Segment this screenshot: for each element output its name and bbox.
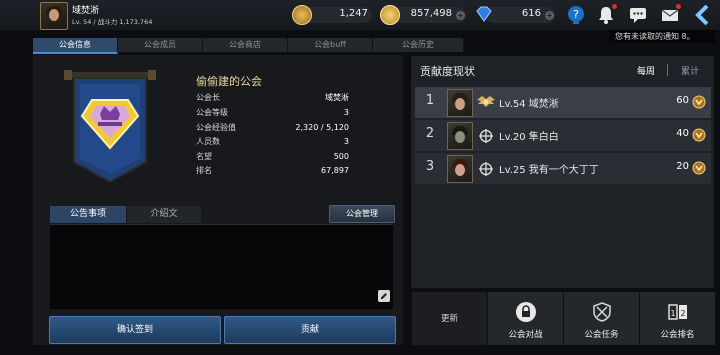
member-name: Lv.25 我有一个大丁丁 [499,165,599,176]
guild-battle-button[interactable]: 公会对战 [487,292,563,345]
add-coin-button[interactable]: + [456,11,465,20]
rank-number: 3 [425,159,435,174]
svg-text:1: 1 [670,309,675,318]
row-label: 公会等级 [196,108,228,117]
lock-icon [515,302,536,322]
tab-guild-buff[interactable]: 公会buff [288,38,373,52]
member-name: Lv.54 域焚淅 [499,99,559,110]
guild-ranking-button[interactable]: 12 公会排名 [639,292,715,345]
crosshair-class-icon [479,129,493,143]
rank-row[interactable]: 3 Lv.25 我有一个大丁丁 20 [415,153,711,184]
tab-introduction[interactable]: 介绍文 [127,206,201,223]
gold-coin-resource: 1,247 [292,5,372,25]
update-label: 更新 [440,314,458,324]
back-arrow-icon[interactable] [692,3,714,27]
rank-number: 2 [425,126,435,141]
guild-name: 偷偷建的公会 [196,75,262,88]
member-avatar [447,155,473,183]
rank-number: 1 [425,93,435,108]
contribution-medal-icon [692,95,706,109]
member-score: 60 [676,95,689,106]
tab-announcement[interactable]: 公告事项 [50,206,126,223]
guild-mission-button[interactable]: 公会任务 [563,292,639,345]
tab-total[interactable]: 累计 [681,64,699,77]
row-label: 人员数 [196,137,220,146]
update-button[interactable]: 更新 [411,292,487,345]
announcement-textarea[interactable] [50,224,393,309]
chat-icon[interactable] [628,5,648,25]
bell-icon[interactable] [596,4,617,25]
tab-guild-members[interactable]: 公会成员 [118,38,203,52]
row-value: 500 [333,152,349,161]
row-label: 排名 [196,166,212,175]
tab-divider [667,64,668,76]
gold-coin-value: 1,247 [339,8,368,19]
tab-guild-info[interactable]: 公会信息 [33,38,118,54]
contribution-medal-icon [692,128,706,142]
mail-icon[interactable] [660,4,681,25]
diamond-icon [476,6,492,22]
guild-ranking-label: 公会排名 [660,330,695,340]
svg-text:2: 2 [680,309,685,318]
guild-info-row: 名望 500 [196,150,349,164]
guild-info-row: 排名 67,897 [196,164,349,178]
guild-info-row: 公会等级 3 [196,106,349,120]
diamond-resource: 616 + [475,5,555,25]
tab-guild-shop[interactable]: 公会商店 [203,38,288,52]
member-score: 40 [676,128,689,139]
guild-master-wings-icon [477,96,495,107]
diamond-value: 616 [521,8,541,19]
member-avatar [447,89,473,117]
guild-battle-label: 公会对战 [508,330,543,340]
help-icon[interactable]: ? [566,5,586,25]
row-value: 3 [343,137,349,146]
silver-coin-value: 857,498 [410,8,452,19]
member-score: 20 [676,161,689,172]
add-diamond-button[interactable]: + [545,11,554,20]
player-level-power: Lv. 54 / 战斗力 1,173,764 [72,18,153,26]
mission-icon [592,302,611,322]
crosshair-class-icon [479,162,493,176]
row-value: 67,897 [321,166,349,175]
tab-guild-history[interactable]: 公会历史 [373,38,464,52]
contribution-medal-icon [692,161,706,175]
row-value: 域焚淅 [325,93,349,102]
donate-button[interactable]: 贡献 [224,316,396,344]
guild-action-bar: 更新 公会对战 公会任务 12 公会排名 [411,292,715,345]
guild-mission-label: 公会任务 [584,330,619,340]
member-avatar [447,122,473,150]
guild-tabs: 公会信息 公会成员 公会商店 公会buff 公会历史 [33,38,464,54]
rank-row[interactable]: 1 Lv.54 域焚淅 60 [415,87,711,118]
svg-text:?: ? [573,8,579,21]
row-value: 2,320 / 5,120 [295,123,349,132]
unread-notice-banner[interactable]: 您有未读取的通知 8。 [609,30,715,43]
row-label: 名望 [196,152,212,161]
guild-info-row: 公会长 域焚淅 [196,91,349,105]
silver-coin-resource: 857,498 + [380,5,466,25]
gold-coin-icon [292,5,312,25]
checkin-button[interactable]: 确认签到 [49,316,221,344]
guild-manage-button[interactable]: 公会管理 [329,205,395,223]
member-name: Lv.20 隼白白 [499,132,559,143]
contribution-title: 贡献度现状 [420,65,475,78]
row-value: 3 [343,108,349,117]
coin-stack-icon [380,5,400,25]
row-label: 公会经验值 [196,123,236,132]
player-avatar[interactable] [40,2,68,30]
player-name: 域焚淅 [72,6,100,16]
guild-info-row: 公会经验值 2,320 / 5,120 [196,121,349,135]
ranking-icon: 12 [667,304,687,320]
tab-weekly[interactable]: 每周 [637,64,655,77]
edit-icon[interactable] [378,290,390,302]
guild-info-row: 人员数 3 [196,135,349,149]
row-label: 公会长 [196,93,220,102]
rank-row[interactable]: 2 Lv.20 隼白白 40 [415,120,711,151]
guild-emblem-banner [64,70,156,184]
